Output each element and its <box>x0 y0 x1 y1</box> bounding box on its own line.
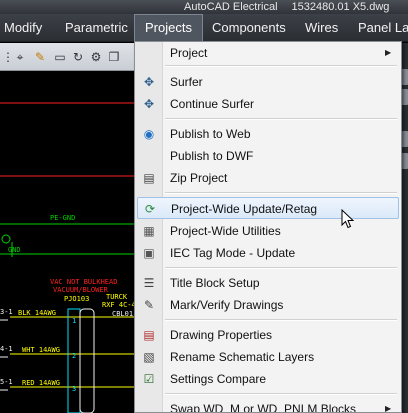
menu-panel-layout[interactable]: Panel Lay <box>358 14 408 41</box>
label-row-b: 4-1 <box>0 345 13 353</box>
menu-item-label: Settings Compare <box>170 372 267 386</box>
label-terminal-3: 3 <box>72 385 77 393</box>
menu-item-title-block-setup[interactable]: ☰ Title Block Setup <box>135 272 401 294</box>
menu-modify[interactable]: Modify <box>4 14 42 41</box>
label-terminal-1: 1 <box>72 317 77 325</box>
menu-item-settings-compare[interactable]: ☑ Settings Compare <box>135 368 401 390</box>
label-blk-14awg: BLK_14AWG <box>18 309 56 317</box>
menu-item-label: Mark/Verify Drawings <box>170 298 284 312</box>
menu-separator <box>165 192 397 194</box>
submenu-arrow-icon: ▶ <box>385 404 392 413</box>
menu-item-label: Publish to Web <box>170 127 251 141</box>
continue-surfer-icon: ✥ <box>143 97 155 111</box>
label-cbl01: CBL01 <box>112 310 134 318</box>
iec-tag-icon: ▣ <box>143 246 155 260</box>
menu-item-mark-verify-drawings[interactable]: ✎ Mark/Verify Drawings <box>135 294 401 316</box>
menu-item-label: IEC Tag Mode - Update <box>170 246 296 260</box>
drawing-properties-icon: ▤ <box>143 328 155 342</box>
menu-item-zip-project[interactable]: ▤ Zip Project <box>135 167 401 189</box>
menu-item-label: Title Block Setup <box>170 276 260 290</box>
menu-item-label: Swap WD_M or WD_PNLM Blocks <box>170 402 357 413</box>
menu-separator <box>165 393 397 395</box>
menu-item-label: Zip Project <box>170 171 228 185</box>
publish-web-icon: ◉ <box>143 127 155 141</box>
label-vac-note-1: VAC NOT BULKHEAD <box>50 278 118 286</box>
menu-projects[interactable]: Projects <box>134 14 203 41</box>
menu-item-rename-schematic-layers[interactable]: ▧ Rename Schematic Layers <box>135 346 401 368</box>
menu-separator <box>165 118 397 120</box>
menu-separator <box>165 319 397 321</box>
menu-item-project-wide-utilities[interactable]: ▦ Project-Wide Utilities <box>135 220 401 242</box>
menu-item-label: Publish to DWF <box>170 149 254 163</box>
rectangle-icon[interactable]: ▭ <box>52 49 68 65</box>
zip-icon: ▤ <box>143 171 155 185</box>
menu-parametric[interactable]: Parametric <box>65 14 128 41</box>
menu-item-label: Project <box>170 46 208 60</box>
menu-bar: Modify Parametric Projects Components Wi… <box>0 14 408 42</box>
label-gnd: GND <box>8 246 21 254</box>
surfer-icon: ✥ <box>143 75 155 89</box>
menu-item-label: Project-Wide Update/Retag <box>171 202 318 216</box>
menu-item-label: Rename Schematic Layers <box>170 350 315 364</box>
menu-item-iec-tag-mode-update[interactable]: ▣ IEC Tag Mode - Update <box>135 242 401 264</box>
label-pjo103: PJO103 <box>64 295 90 303</box>
menu-item-publish-to-dwf[interactable]: Publish to DWF <box>135 145 401 167</box>
label-vac-note-2: VACUUM/BLOWER <box>53 286 108 294</box>
menu-item-label: Surfer <box>170 75 203 89</box>
gear-icon[interactable]: ⚙ <box>88 49 104 65</box>
label-row-a: 3-1 <box>0 308 13 316</box>
rename-layers-icon: ▧ <box>143 350 155 364</box>
title-bar: AutoCAD Electrical 1532480.01 X5.dwg <box>0 0 408 14</box>
drawing-canvas[interactable]: PE-GND GND VAC NOT BULKHEAD VACUUM/BLOWE… <box>0 72 140 413</box>
menu-item-label: Drawing Properties <box>170 328 273 342</box>
pencil-icon[interactable]: ✎ <box>32 49 48 65</box>
projects-dropdown-menu: Project ▶ ✥ Surfer ✥ Continue Surfer ◉ P… <box>134 41 402 413</box>
menu-item-surfer[interactable]: ✥ Surfer <box>135 71 401 93</box>
menu-item-label: Project-Wide Utilities <box>170 224 281 238</box>
submenu-arrow-icon: ▶ <box>385 48 392 57</box>
mark-verify-icon: ✎ <box>143 298 155 312</box>
menu-item-project-wide-update-retag[interactable]: ⟳ Project-Wide Update/Retag <box>137 197 399 219</box>
menu-separator <box>165 65 397 67</box>
label-wht-14awg: WHT_14AWG <box>22 346 60 354</box>
label-red-14awg: RED_14AWG <box>22 379 60 387</box>
menu-item-continue-surfer[interactable]: ✥ Continue Surfer <box>135 93 401 115</box>
menu-components[interactable]: Components <box>212 14 286 41</box>
mouse-pointer-icon <box>341 209 355 229</box>
title-block-icon: ☰ <box>143 276 155 290</box>
menu-item-swap-blocks[interactable]: Swap WD_M or WD_PNLM Blocks ▶ <box>135 398 401 413</box>
rotate-icon[interactable]: ↻ <box>70 49 86 65</box>
toolbar: ⋮ ⌖ ✎ ▭ ↻ ⚙ ❐ <box>0 43 140 71</box>
update-retag-icon: ⟳ <box>144 202 156 216</box>
copy-icon[interactable]: ❐ <box>106 49 122 65</box>
label-row-c: 5-1 <box>0 378 13 386</box>
app-title: AutoCAD Electrical <box>184 1 278 13</box>
label-terminal-2: 2 <box>72 352 77 360</box>
menu-item-label: Continue Surfer <box>170 97 255 111</box>
menu-item-drawing-properties[interactable]: ▤ Drawing Properties <box>135 324 401 346</box>
snap-icon[interactable]: ⌖ <box>12 49 28 65</box>
utilities-icon: ▦ <box>143 224 155 238</box>
settings-compare-icon: ☑ <box>143 372 155 386</box>
schematic-lines <box>0 102 140 413</box>
document-name: 1532480.01 X5.dwg <box>291 1 390 13</box>
label-turck: TURCK <box>106 293 128 301</box>
menu-separator <box>165 267 397 269</box>
menu-item-project[interactable]: Project ▶ <box>135 42 401 64</box>
label-pe-gnd: PE-GND <box>50 214 76 222</box>
menu-item-publish-to-web[interactable]: ◉ Publish to Web <box>135 123 401 145</box>
menu-wires[interactable]: Wires <box>305 14 338 41</box>
